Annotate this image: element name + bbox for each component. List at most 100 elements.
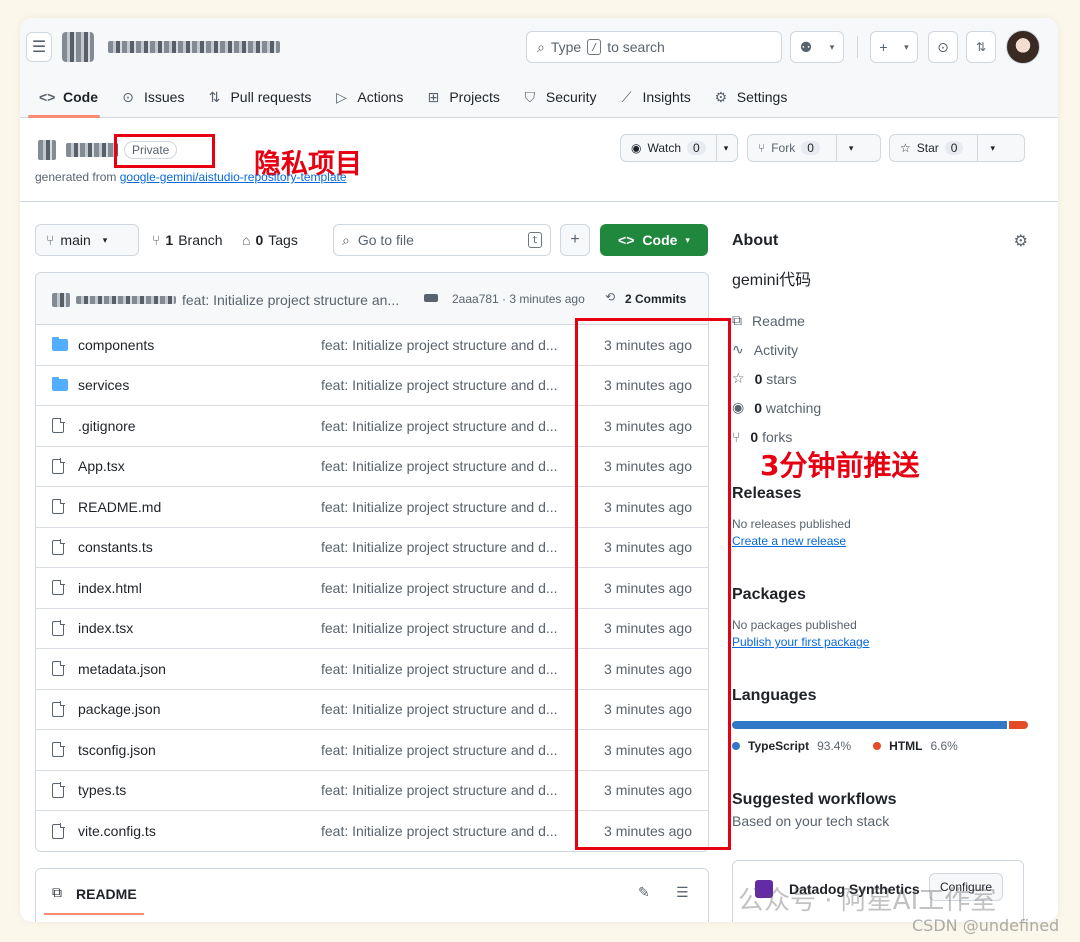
- commits-link[interactable]: 2 Commits: [625, 292, 686, 306]
- add-file-button[interactable]: +: [560, 224, 590, 256]
- commit-hash-time[interactable]: 2aaa781 · 3 minutes ago: [452, 292, 585, 306]
- language-item[interactable]: HTML 6.6%: [873, 739, 958, 753]
- tab-code[interactable]: <> Code: [28, 82, 109, 112]
- file-commit-message[interactable]: feat: Initialize project structure and d…: [321, 823, 558, 839]
- repo-name[interactable]: [66, 143, 118, 157]
- readme-link[interactable]: ⧉ Readme: [732, 306, 1028, 335]
- owner-repo-breadcrumb[interactable]: [108, 41, 280, 53]
- wechat-watermark: 公众号 · 阿星AI工作室: [738, 886, 997, 916]
- tab-actions[interactable]: ▷ Actions: [322, 82, 414, 112]
- file-name[interactable]: services: [78, 377, 129, 393]
- create-new-button[interactable]: + ▾: [870, 31, 918, 63]
- stars-link[interactable]: ☆ 0 stars: [732, 364, 1028, 393]
- file-commit-message[interactable]: feat: Initialize project structure and d…: [321, 782, 558, 798]
- star-button[interactable]: ☆ Star 0: [890, 135, 977, 161]
- file-commit-message[interactable]: feat: Initialize project structure and d…: [321, 661, 558, 677]
- code-dropdown-button[interactable]: <> Code ▾: [600, 224, 708, 256]
- star-control[interactable]: ☆ Star 0 ▾: [889, 134, 1025, 162]
- watch-button[interactable]: ◉ Watch 0: [621, 135, 716, 161]
- releases-title[interactable]: Releases: [732, 485, 1028, 503]
- file-icon: [52, 660, 68, 677]
- gear-icon[interactable]: ⚙: [1014, 231, 1028, 251]
- language-dot: [873, 742, 882, 750]
- activity-link[interactable]: ∿ Activity: [732, 335, 1028, 364]
- file-commit-message[interactable]: feat: Initialize project structure and d…: [321, 337, 558, 353]
- language-name: TypeScript: [748, 739, 810, 753]
- outline-icon[interactable]: ☰: [676, 884, 689, 901]
- goto-file-input[interactable]: ⌕ Go to file t: [333, 224, 551, 256]
- fork-button[interactable]: ⑂ Fork 0: [748, 135, 836, 161]
- tags-link[interactable]: ⌂ 0 Tags: [242, 232, 298, 248]
- file-name[interactable]: vite.config.ts: [78, 823, 156, 839]
- copilot-button[interactable]: ⚉ ▾: [790, 31, 844, 63]
- tab-pull-requests-label: Pull requests: [230, 89, 312, 105]
- file-commit-message[interactable]: feat: Initialize project structure and d…: [321, 539, 558, 555]
- file-commit-message[interactable]: feat: Initialize project structure and d…: [321, 701, 558, 717]
- star-dropdown[interactable]: ▾: [978, 135, 1007, 161]
- forks-count: 0: [750, 428, 759, 445]
- readme-tab[interactable]: README: [76, 886, 137, 902]
- file-commit-message[interactable]: feat: Initialize project structure and d…: [321, 458, 558, 474]
- branches-link[interactable]: ⑂ 1 Branch: [152, 232, 223, 248]
- menu-button[interactable]: ☰: [26, 32, 52, 62]
- fork-dropdown[interactable]: ▾: [837, 135, 866, 161]
- file-commit-message[interactable]: feat: Initialize project structure and d…: [321, 418, 558, 434]
- file-name[interactable]: components: [78, 337, 154, 353]
- tab-pull-requests[interactable]: ⇅ Pull requests: [195, 82, 322, 112]
- fork-control[interactable]: ⑂ Fork 0 ▾: [747, 134, 881, 162]
- committer-name[interactable]: [76, 296, 176, 304]
- pulse-icon: ∿: [732, 341, 744, 357]
- file-name[interactable]: index.html: [78, 580, 142, 596]
- header-divider: [857, 36, 858, 58]
- issue-icon: ⊙: [937, 38, 949, 55]
- pencil-icon[interactable]: ✎: [638, 884, 650, 901]
- watch-control[interactable]: ◉ Watch 0 ▾: [620, 134, 738, 162]
- file-name[interactable]: types.ts: [78, 782, 126, 798]
- watching-link[interactable]: ◉ 0 watching: [732, 393, 1028, 422]
- file-name[interactable]: App.tsx: [78, 458, 125, 474]
- file-commit-message[interactable]: feat: Initialize project structure and d…: [321, 377, 558, 393]
- file-name[interactable]: README.md: [78, 499, 161, 515]
- tab-projects[interactable]: ⊞ Projects: [414, 82, 511, 112]
- publish-package-link[interactable]: Publish your first package: [732, 635, 1028, 649]
- file-name[interactable]: .gitignore: [78, 418, 136, 434]
- file-name[interactable]: index.tsx: [78, 620, 133, 636]
- code-button-label: Code: [642, 232, 678, 248]
- commit-message[interactable]: feat: Initialize project structure an...: [182, 292, 399, 308]
- packages-title[interactable]: Packages: [732, 586, 1028, 604]
- generated-from: generated from google-gemini/aistudio-re…: [35, 170, 347, 184]
- eye-icon: ◉: [732, 399, 745, 415]
- tab-security[interactable]: ⛉ Security: [511, 82, 608, 112]
- tab-insights-label: Insights: [642, 89, 691, 105]
- language-item[interactable]: TypeScript 93.4%: [732, 739, 851, 753]
- file-commit-message[interactable]: feat: Initialize project structure and d…: [321, 499, 558, 515]
- watching-count: 0: [754, 399, 763, 416]
- user-avatar[interactable]: [1006, 30, 1040, 64]
- pull-requests-button[interactable]: ⇅: [966, 31, 996, 63]
- file-shape: [52, 741, 65, 758]
- create-release-link[interactable]: Create a new release: [732, 534, 1028, 548]
- tab-security-label: Security: [545, 89, 597, 105]
- file-commit-message[interactable]: feat: Initialize project structure and d…: [321, 742, 558, 758]
- watch-dropdown[interactable]: ▾: [717, 135, 736, 161]
- file-icon: [52, 701, 68, 717]
- file-name[interactable]: package.json: [78, 701, 161, 717]
- issues-button[interactable]: ⊙: [928, 31, 958, 63]
- file-name[interactable]: metadata.json: [78, 661, 166, 677]
- file-commit-message[interactable]: feat: Initialize project structure and d…: [321, 620, 558, 636]
- tag-count: 0: [255, 232, 264, 248]
- file-name[interactable]: constants.ts: [78, 539, 153, 555]
- eye-icon: ◉: [631, 141, 642, 155]
- browser-frame: ☰ ⌕ Type / to search ⚉ ▾ + ▾ ⊙ ⇅ <> Code…: [20, 18, 1058, 922]
- file-name[interactable]: tsconfig.json: [78, 742, 156, 758]
- search-input[interactable]: ⌕ Type / to search: [526, 31, 782, 63]
- template-link[interactable]: google-gemini/aistudio-repository-templa…: [120, 170, 347, 184]
- file-commit-message[interactable]: feat: Initialize project structure and d…: [321, 580, 558, 596]
- tab-settings[interactable]: ⚙ Settings: [702, 82, 799, 112]
- branch-label: Branch: [178, 232, 223, 248]
- branch-selector[interactable]: ⑂ main ▾: [35, 224, 139, 256]
- tab-issues[interactable]: ⊙ Issues: [109, 82, 195, 112]
- tab-insights[interactable]: ⟋ Insights: [607, 82, 701, 112]
- search-suffix: to search: [607, 39, 665, 55]
- forks-link[interactable]: ⑂ 0 forks: [732, 422, 1028, 451]
